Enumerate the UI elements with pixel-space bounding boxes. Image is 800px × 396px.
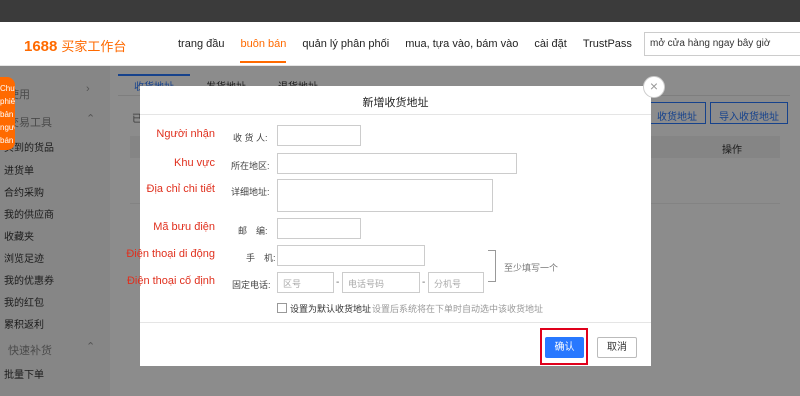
region-select[interactable] — [277, 153, 517, 174]
nav-trade[interactable]: buôn bán — [240, 38, 296, 63]
nav-home[interactable]: trang đầu — [178, 38, 234, 63]
nav-trustpass[interactable]: TrustPass — [583, 38, 642, 63]
logo[interactable]: 1688 买家工作台 — [24, 36, 126, 55]
divider — [140, 114, 651, 115]
extension-input[interactable]: 分机号 — [428, 272, 484, 293]
mobile-label: 手 机: — [246, 253, 276, 263]
confirm-button[interactable]: 确认 — [545, 337, 584, 358]
default-address-label[interactable]: 设置为默认收货地址 — [290, 302, 371, 315]
add-address-dialog: 新增收货地址 — [140, 86, 651, 366]
phone-label: 固定电话: — [232, 280, 271, 290]
receiver-label: 收 货 人: — [233, 133, 268, 143]
browser-top-strip — [0, 0, 800, 22]
region-label: 所在地区: — [231, 161, 270, 171]
address-textarea[interactable] — [277, 179, 493, 212]
logo-text: 买家工作台 — [61, 39, 127, 54]
address-label: 详细地址: — [231, 187, 270, 197]
phone-number-input[interactable]: 电话号码 — [342, 272, 420, 293]
postcode-input[interactable] — [277, 218, 361, 239]
main-nav: trang đầu buôn bán quản lý phân phối mua… — [178, 38, 648, 63]
annotation-mobile: Điện thoại di động — [126, 248, 215, 260]
postcode-label: 邮 编: — [238, 226, 268, 236]
at-least-one-hint: 至少填写一个 — [504, 263, 559, 273]
annotation-phone: Điện thoại cố định — [126, 275, 215, 287]
dash: - — [422, 277, 426, 288]
annotation-region: Khu vực — [174, 157, 215, 169]
nav-purchase[interactable]: mua, tựa vào, bám vào — [405, 38, 528, 63]
mobile-input[interactable] — [277, 245, 425, 266]
nav-distribution[interactable]: quản lý phân phối — [302, 38, 399, 63]
close-icon[interactable]: × — [643, 76, 665, 98]
cancel-button[interactable]: 取消 — [597, 337, 637, 358]
switch-seller-version-label: Chuyển phiên bản người bán — [0, 84, 15, 145]
dialog-title: 新增收货地址 — [362, 97, 429, 109]
annotation-address: Địa chỉ chi tiết — [146, 183, 215, 195]
bracket — [488, 250, 496, 282]
area-code-input[interactable]: 区号 — [277, 272, 334, 293]
divider — [140, 322, 651, 323]
open-store-input[interactable]: mở cửa hàng ngay bây giờ — [644, 32, 800, 56]
default-address-checkbox[interactable] — [277, 303, 287, 313]
annotation-receiver: Người nhận — [156, 128, 215, 140]
dash: - — [336, 277, 340, 288]
top-header: 1688 买家工作台 trang đầu buôn bán quản lý phâ… — [0, 22, 800, 66]
receiver-input[interactable] — [277, 125, 361, 146]
annotation-postcode: Mã bưu điện — [153, 221, 215, 233]
switch-seller-version-tab[interactable]: Chuyển phiên bản người bán — [0, 77, 15, 150]
logo-number: 1688 — [24, 38, 58, 55]
nav-settings[interactable]: cài đặt — [534, 38, 576, 63]
default-address-note: 设置后系统将在下单时自动选中该收货地址 — [372, 304, 544, 314]
